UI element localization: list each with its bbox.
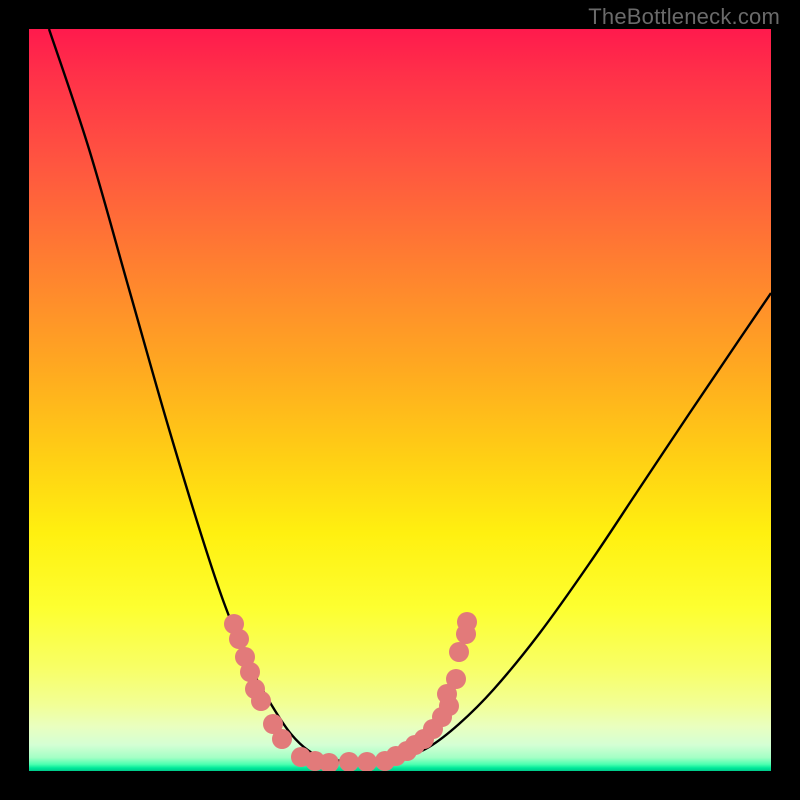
- marker-dot: [272, 729, 292, 749]
- marker-dot: [449, 642, 469, 662]
- chart-area: [29, 29, 771, 771]
- marker-dot: [240, 662, 260, 682]
- watermark-text: TheBottleneck.com: [588, 4, 780, 30]
- marker-dot: [229, 629, 249, 649]
- bottleneck-chart-svg: [29, 29, 771, 771]
- marker-dot: [339, 752, 359, 771]
- marker-dot: [251, 691, 271, 711]
- marker-dot: [457, 612, 477, 632]
- bottleneck-curve: [49, 29, 771, 761]
- marker-dot: [446, 669, 466, 689]
- marker-dot: [357, 752, 377, 771]
- marker-dots-group: [224, 612, 477, 771]
